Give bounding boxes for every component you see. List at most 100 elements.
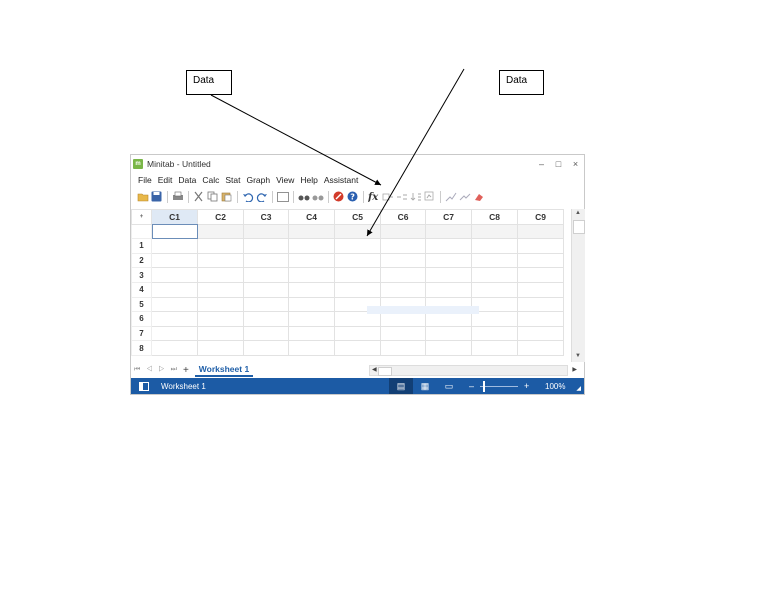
cell[interactable] [151,311,198,327]
eraser-icon[interactable] [472,190,485,203]
cell[interactable] [243,340,289,356]
menu-stat[interactable]: Stat [225,175,240,185]
resize-grip-icon[interactable]: ◢ [576,385,581,392]
cell[interactable] [517,281,564,298]
save-icon[interactable] [150,190,163,203]
scroll-left-icon[interactable]: ◀ [372,366,377,373]
cell[interactable] [288,311,335,327]
cell[interactable] [471,238,518,254]
cell[interactable] [425,267,472,283]
cell[interactable] [288,325,335,342]
cell[interactable] [517,252,564,269]
row-header-7[interactable]: 7 [131,325,152,342]
cell[interactable] [197,340,244,356]
menu-graph[interactable]: Graph [246,175,270,185]
vertical-scrollbar[interactable]: ▲ ▼ [571,209,585,362]
open-icon[interactable] [136,190,149,203]
zoom-in-button[interactable]: + [524,381,529,391]
output-view-icon[interactable]: ▭ [437,378,461,394]
cell[interactable] [334,281,381,298]
replace-icon[interactable] [311,190,324,203]
cell[interactable] [380,325,426,342]
zoom-slider[interactable] [480,380,519,392]
menu-file[interactable]: File [138,175,152,185]
cell[interactable] [517,311,564,327]
column-header-c1[interactable]: C1 [151,209,198,225]
cell[interactable] [197,296,244,313]
redo-icon[interactable] [255,190,268,203]
menu-view[interactable]: View [276,175,294,185]
zoom-out-button[interactable]: – [469,381,474,391]
paste-icon[interactable] [220,190,233,203]
cell[interactable] [425,252,472,269]
cell[interactable] [151,252,198,269]
cell[interactable] [197,325,244,342]
cell[interactable] [151,238,198,254]
cell[interactable] [425,238,472,254]
undo-icon[interactable] [241,190,254,203]
tab-navigation-icons[interactable]: ⏮ ◁ ▷ ⏭ [134,366,179,374]
cell[interactable] [471,281,518,298]
cell[interactable] [197,238,244,254]
navigator-pane-icon[interactable] [139,381,149,391]
cell[interactable] [425,281,472,298]
cell[interactable] [151,267,198,283]
column-header-c8[interactable]: C8 [471,209,518,225]
add-worksheet-button[interactable]: + [183,365,189,376]
name-cell[interactable] [243,223,289,240]
link-icon[interactable] [458,190,471,203]
scroll-right-icon[interactable]: ▶ [572,366,577,373]
cell[interactable] [380,238,426,254]
window-icon[interactable] [276,190,289,203]
cell[interactable] [517,340,564,356]
cell[interactable] [334,238,381,254]
cell[interactable] [425,325,472,342]
column-header-c3[interactable]: C3 [243,209,289,225]
row-header-2[interactable]: 2 [131,252,152,269]
cell[interactable] [151,296,198,313]
copy-icon[interactable] [206,190,219,203]
cell[interactable] [334,340,381,356]
menu-assistant[interactable]: Assistant [324,175,359,185]
row-header-1[interactable]: 1 [131,238,152,254]
cell[interactable] [197,267,244,283]
horizontal-scrollbar[interactable]: ◀ ▶ [369,365,577,376]
cell[interactable] [288,296,335,313]
cell[interactable] [471,252,518,269]
name-cell[interactable] [380,223,426,240]
cell[interactable] [380,267,426,283]
cell[interactable] [243,238,289,254]
insert-columns-icon[interactable] [395,190,408,203]
cell[interactable] [471,267,518,283]
name-cell[interactable] [197,223,244,240]
menu-edit[interactable]: Edit [158,175,173,185]
tab-worksheet-1[interactable]: Worksheet 1 [194,363,254,377]
cell[interactable] [197,281,244,298]
help-icon[interactable]: ? [346,190,359,203]
scroll-up-icon[interactable]: ▲ [575,210,581,216]
name-cell[interactable] [517,223,564,240]
row-header-3[interactable]: 3 [131,267,152,283]
cell[interactable] [334,267,381,283]
column-header-c7[interactable]: C7 [425,209,472,225]
name-cell[interactable] [288,223,335,240]
horizontal-scroll-thumb[interactable] [378,367,392,376]
worksheet-grid[interactable]: + C1 C2 C3 C4 C5 C6 C7 C8 C9 1 2 3 4 5 6… [131,209,570,362]
column-header-c6[interactable]: C6 [380,209,426,225]
column-header-c9[interactable]: C9 [517,209,564,225]
cell[interactable] [151,340,198,356]
row-header-6[interactable]: 6 [131,311,152,327]
cell[interactable] [471,325,518,342]
maximize-button[interactable]: □ [550,159,567,169]
cell[interactable] [288,238,335,254]
sort-icon[interactable] [409,190,422,203]
cell[interactable] [334,325,381,342]
worksheet-view-icon[interactable]: ▦ [413,378,437,394]
column-header-c2[interactable]: C2 [197,209,244,225]
cell[interactable] [243,311,289,327]
cell[interactable] [334,252,381,269]
menu-calc[interactable]: Calc [202,175,219,185]
name-cell[interactable] [334,223,381,240]
close-button[interactable]: × [567,159,584,169]
cell[interactable] [243,325,289,342]
